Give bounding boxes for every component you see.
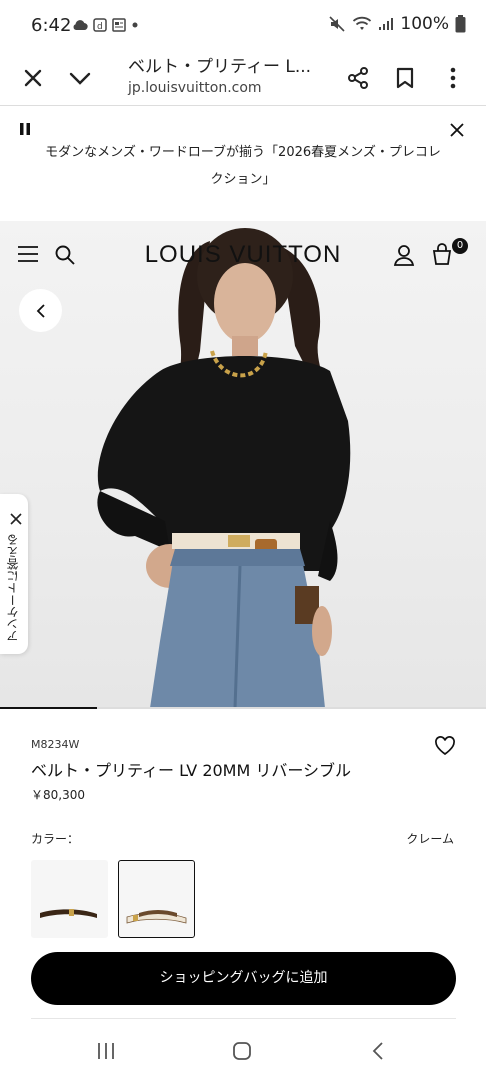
banner-text[interactable]: モダンなメンズ・ワードローブが揃う「2026春夏メンズ・プレコレクション」 [40,139,446,193]
product-price: ￥80,300 [31,788,85,802]
pause-button[interactable] [18,121,32,140]
wishlist-button[interactable] [434,736,456,760]
recent-apps-icon [98,1043,114,1059]
chevron-left-icon [36,303,45,318]
survey-close-button[interactable] [10,510,22,529]
close-tab-button[interactable] [15,60,51,96]
gallery-progress-track [0,707,486,709]
color-label: カラー： [31,832,80,846]
back-button[interactable] [19,289,62,332]
dot-icon [132,22,138,28]
recent-apps-button[interactable] [86,1036,126,1066]
signal-icon [379,18,394,30]
cloud-icon [73,20,88,31]
banner-close-button[interactable] [449,122,465,142]
pause-icon [20,123,30,135]
battery-percent: 100% [400,14,449,34]
belt-brown-thumbnail [40,909,97,918]
svg-text:d: d [97,22,103,32]
share-button[interactable] [340,60,376,96]
bookmark-button[interactable] [387,60,423,96]
close-icon [10,513,22,525]
back-icon [372,1042,383,1060]
battery-icon [455,15,466,33]
model-photo [97,228,351,708]
page-title: ベルト・プリティー L... [128,57,312,77]
account-button[interactable] [393,244,415,270]
shopping-bag-icon [432,243,452,265]
bag-count-badge: 0 [452,238,468,254]
system-navigation-bar [0,1022,486,1080]
heart-icon [435,736,455,756]
product-sku: M8234W [31,738,80,751]
add-to-bag-button[interactable]: ショッピングバッグに追加 [31,952,456,1005]
color-swatch-cream[interactable] [118,860,195,938]
custom-tab-toolbar: ベルト・プリティー L... jp.louisvuitton.com [0,52,486,106]
close-icon [24,69,42,87]
product-name: ベルト・プリティー LV 20MM リバーシブル [31,761,352,780]
share-icon [348,67,368,89]
system-back-button[interactable] [358,1036,398,1066]
selected-color-name: クレーム [406,832,454,846]
mute-icon [329,16,345,32]
home-icon [233,1042,251,1060]
account-icon [393,245,415,266]
bookmark-icon [396,67,414,89]
more-vert-icon [450,67,456,89]
status-time: 6:42 [31,15,72,36]
d-app-icon: d [93,18,107,32]
more-options-button[interactable] [435,60,471,96]
news-icon [112,18,126,32]
page-url[interactable]: jp.louisvuitton.com [128,80,262,96]
home-button[interactable] [222,1036,262,1066]
survey-tab[interactable]: アンケートに答える [0,494,28,654]
color-swatch-brown[interactable] [31,860,108,938]
promo-banner: モダンなメンズ・ワードローブが揃う「2026春夏メンズ・プレコレクション」 [0,107,486,221]
wifi-icon [353,16,372,30]
chevron-down-icon [69,72,91,85]
belt-cream-thumbnail [126,910,187,924]
status-right: 100% [328,14,466,34]
minimize-tab-button[interactable] [62,60,98,96]
divider [31,1018,456,1019]
close-icon [450,123,464,137]
gallery-progress-fill [0,707,98,709]
shopping-bag-button[interactable] [431,242,453,270]
survey-label: アンケートに答える [6,534,20,642]
status-bar: 6:42 d 100% [0,0,486,52]
product-image-gallery[interactable]: LOUIS VUITTON 0 アンケートに答える [0,221,486,708]
status-notification-icons: d [72,18,139,32]
